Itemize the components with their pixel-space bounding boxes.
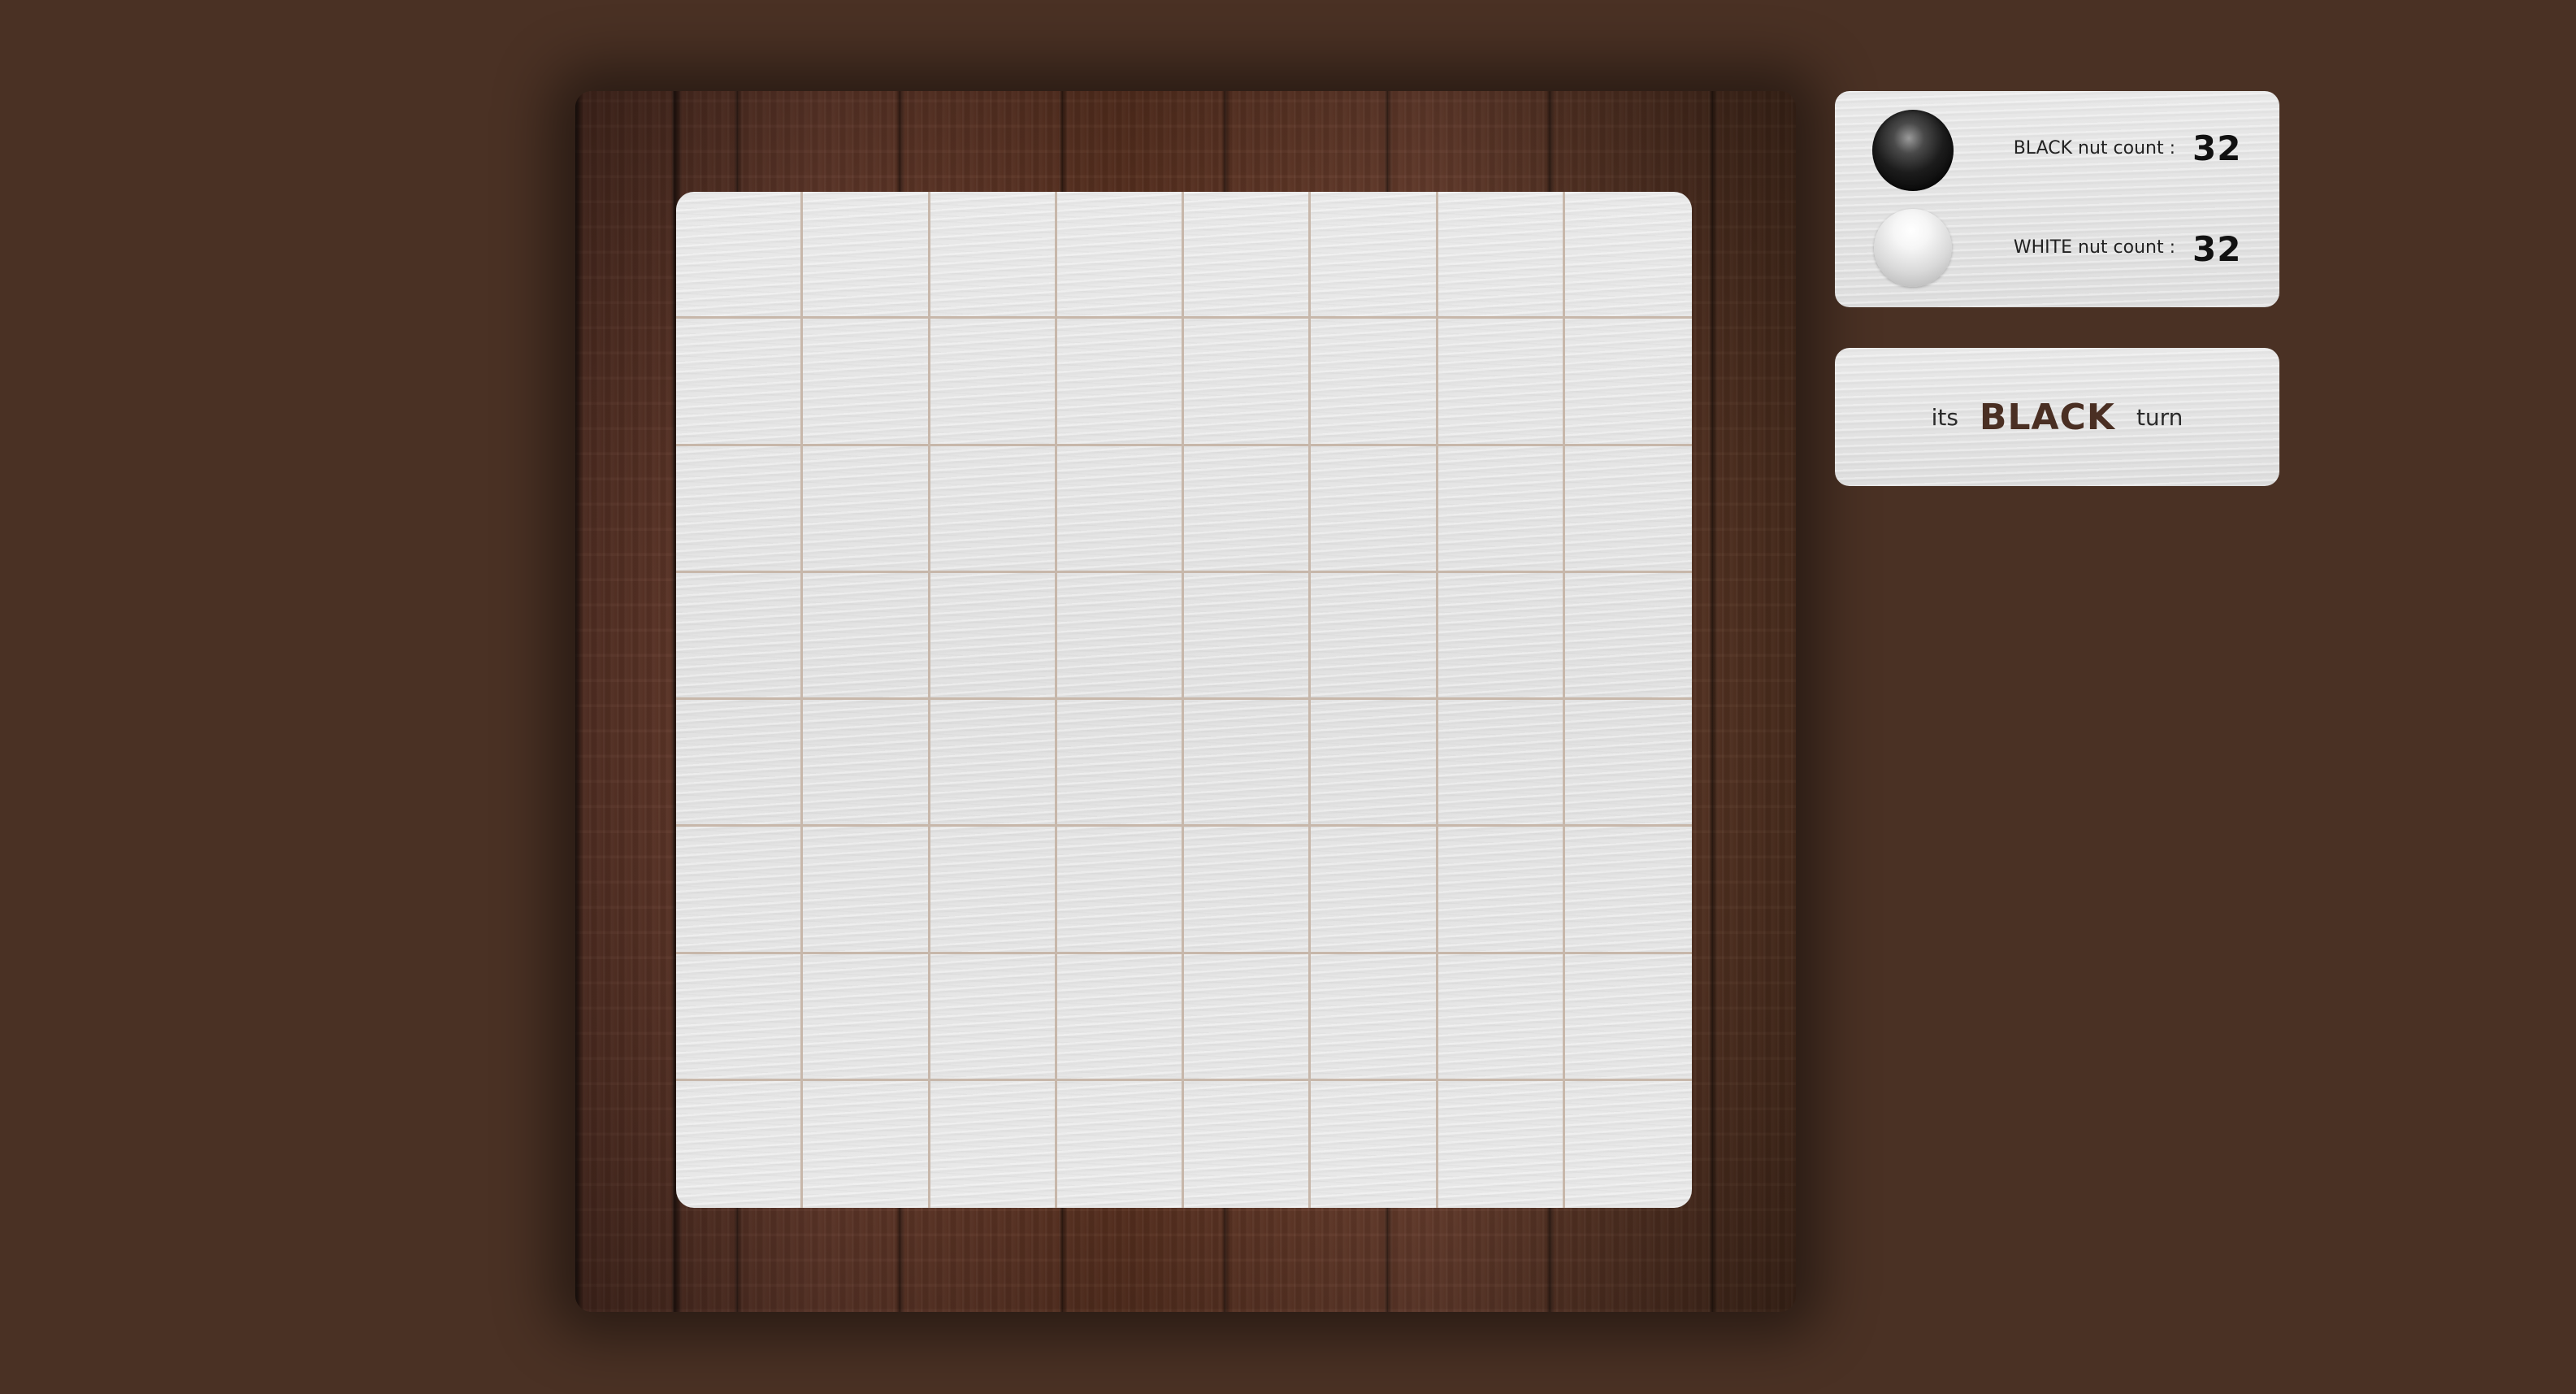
board-cell-r5-c7[interactable] <box>1438 700 1565 827</box>
board-cell-r2-c2[interactable] <box>803 319 930 446</box>
board-cell-r8-c7[interactable] <box>1438 1080 1565 1208</box>
board-cell-r5-c3[interactable] <box>930 700 1057 827</box>
board-cell-r8-c1[interactable] <box>676 1080 804 1208</box>
white-stone-icon <box>1874 209 1952 287</box>
black-count-label: BLACK nut count : <box>2013 138 2175 159</box>
board-cell-r3-c1[interactable] <box>676 445 804 573</box>
turn-indicator-panel: its BLACK turn <box>1835 348 2279 486</box>
board-cell-r6-c8[interactable] <box>1564 827 1692 954</box>
current-player-name: BLACK <box>1979 396 2115 438</box>
board-cell-r8-c8[interactable] <box>1565 1081 1692 1208</box>
board-cell-r7-c6[interactable] <box>1311 953 1438 1081</box>
board-cell-r5-c5[interactable] <box>1184 700 1312 827</box>
board-cell-r7-c3[interactable] <box>930 953 1057 1081</box>
board-cell-r3-c5[interactable] <box>1184 445 1312 573</box>
game-board-grid <box>676 192 1692 1208</box>
board-cell-r5-c6[interactable] <box>1311 700 1438 827</box>
white-score-row: WHITE nut count : 32 <box>1835 202 2279 299</box>
board-cell-r1-c3[interactable] <box>930 192 1057 319</box>
board-cell-r4-c4[interactable] <box>1056 572 1184 700</box>
board-cell-r5-c2[interactable] <box>803 700 930 827</box>
board-cell-r7-c5[interactable] <box>1184 953 1312 1081</box>
board-cell-r7-c1[interactable] <box>676 953 804 1081</box>
black-score-row: BLACK nut count : 32 <box>1835 99 2279 197</box>
board-cell-r6-c3[interactable] <box>930 827 1057 954</box>
board-cell-r1-c5[interactable] <box>1184 192 1312 319</box>
board-cell-r8-c5[interactable] <box>1184 1080 1312 1208</box>
board-cell-r4-c7[interactable] <box>1438 572 1565 700</box>
board-cell-r5-c1[interactable] <box>676 700 804 827</box>
board-cell-r8-c6[interactable] <box>1311 1080 1438 1208</box>
board-cell-r4-c6[interactable] <box>1311 572 1438 700</box>
board-cell-r6-c5[interactable] <box>1184 827 1312 954</box>
board-cell-r4-c5[interactable] <box>1184 572 1312 700</box>
board-cell-r3-c2[interactable] <box>803 445 930 573</box>
board-cell-r3-c3[interactable] <box>930 445 1057 573</box>
board-cell-r6-c1[interactable] <box>676 827 804 954</box>
board-cell-r1-c7[interactable] <box>1438 192 1565 319</box>
board-cell-r7-c4[interactable] <box>1056 953 1184 1081</box>
board-cell-r6-c2[interactable] <box>803 827 930 954</box>
board-cell-r1-c2[interactable] <box>803 192 930 319</box>
board-cell-r6-c4[interactable] <box>1056 827 1184 954</box>
board-cell-r7-c8[interactable] <box>1564 954 1692 1081</box>
white-count-value: 32 <box>2192 229 2242 269</box>
board-cell-r2-c8[interactable] <box>1564 319 1692 446</box>
board-cell-r8-c4[interactable] <box>1057 1080 1184 1208</box>
board-cell-r8-c3[interactable] <box>930 1080 1057 1208</box>
board-cell-r4-c8[interactable] <box>1564 573 1692 700</box>
black-count-value: 32 <box>2192 128 2242 168</box>
board-cell-r5-c4[interactable] <box>1056 700 1184 827</box>
white-count-label: WHITE nut count : <box>2013 237 2175 258</box>
board-cell-r3-c6[interactable] <box>1311 445 1438 573</box>
board-cell-r3-c4[interactable] <box>1056 445 1184 573</box>
score-panel: BLACK nut count : 32 WHITE nut count : 3… <box>1835 91 2279 307</box>
board-cell-r2-c6[interactable] <box>1311 319 1438 446</box>
board-cell-r2-c5[interactable] <box>1184 319 1312 446</box>
board-cell-r7-c2[interactable] <box>803 953 930 1081</box>
board-cell-r7-c7[interactable] <box>1438 953 1565 1081</box>
turn-suffix-text: turn <box>2136 403 2184 431</box>
board-cell-r2-c4[interactable] <box>1056 319 1184 446</box>
game-board-frame <box>575 91 1796 1312</box>
board-cell-r1-c8[interactable] <box>1564 192 1692 319</box>
board-cell-r3-c7[interactable] <box>1438 445 1565 573</box>
board-cell-r8-c2[interactable] <box>803 1080 930 1208</box>
board-cell-r1-c1[interactable] <box>676 192 804 319</box>
board-cell-r2-c3[interactable] <box>930 319 1057 446</box>
turn-prefix-text: its <box>1931 403 1958 431</box>
board-cell-r6-c6[interactable] <box>1311 827 1438 954</box>
board-cell-r6-c7[interactable] <box>1438 827 1565 954</box>
board-cell-r1-c6[interactable] <box>1311 192 1438 319</box>
board-cell-r2-c1[interactable] <box>676 319 804 446</box>
board-cell-r3-c8[interactable] <box>1564 446 1692 573</box>
board-cell-r4-c3[interactable] <box>930 572 1057 700</box>
board-cell-r2-c7[interactable] <box>1438 319 1565 446</box>
board-cell-r1-c4[interactable] <box>1056 192 1184 319</box>
black-stone-icon <box>1872 110 1954 191</box>
board-cell-r5-c8[interactable] <box>1564 700 1692 827</box>
board-cell-r4-c1[interactable] <box>676 572 804 700</box>
board-cell-r4-c2[interactable] <box>803 572 930 700</box>
